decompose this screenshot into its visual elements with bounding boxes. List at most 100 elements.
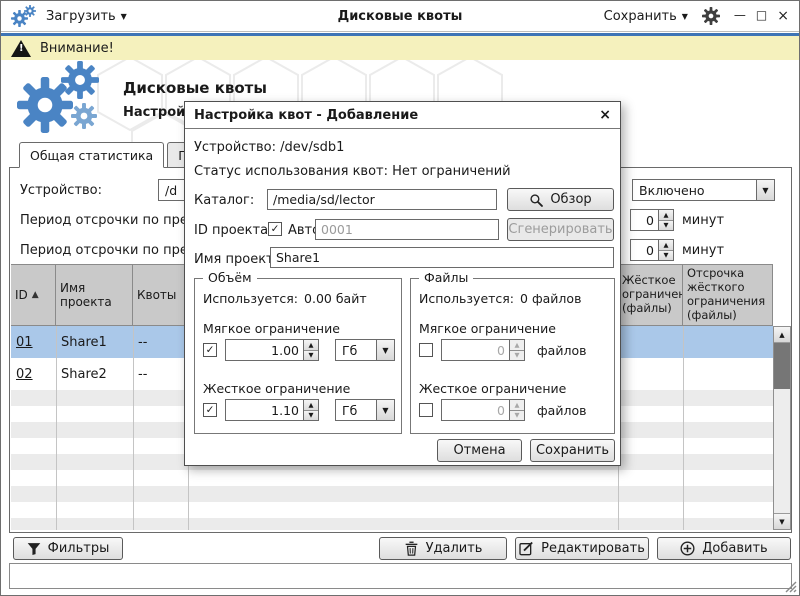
files-hard-spinner: ▲ ▼ xyxy=(441,399,525,421)
spin-up-icon[interactable]: ▲ xyxy=(659,240,673,251)
table-header-project-name[interactable]: Имя проекта xyxy=(56,264,133,326)
files-soft-checkbox[interactable] xyxy=(419,343,433,357)
volume-soft-unit-select[interactable]: Гб ▼ xyxy=(335,339,395,361)
cell-quotas: -- xyxy=(133,326,188,358)
edit-button[interactable]: Редактировать xyxy=(515,537,649,560)
load-menu-label: Загрузить xyxy=(46,9,116,24)
quota-add-dialog: Настройка квот - Добавление × Устройство… xyxy=(184,101,621,466)
cancel-button[interactable]: Отмена xyxy=(437,439,522,462)
search-icon xyxy=(529,193,543,207)
spin-up-icon[interactable]: ▲ xyxy=(304,340,318,351)
add-button-label: Добавить xyxy=(702,541,767,556)
row-id-link[interactable]: 01 xyxy=(16,335,33,350)
check-icon: ✓ xyxy=(206,405,215,416)
project-id-input xyxy=(315,219,499,240)
add-button[interactable]: Добавить xyxy=(657,537,791,560)
load-menu-button[interactable]: Загрузить ▼ xyxy=(46,9,127,24)
table-header-id[interactable]: ID ▲ xyxy=(11,264,56,326)
cell-grace-hard-files xyxy=(683,358,773,390)
resize-grip[interactable] xyxy=(785,581,797,593)
used-value: 0 файлов xyxy=(520,291,581,306)
tab-general-statistics[interactable]: Общая статистика xyxy=(19,142,164,168)
spin-down-icon[interactable]: ▼ xyxy=(659,251,673,261)
scrollbar-thumb[interactable] xyxy=(774,343,790,389)
settings-gear-icon[interactable] xyxy=(702,7,720,25)
volume-hard-label: Жесткое ограничение xyxy=(203,381,350,396)
spin-up-icon: ▲ xyxy=(510,340,524,351)
app-logo-gears-icon xyxy=(17,61,117,137)
auto-checkbox[interactable]: ✓ xyxy=(268,222,282,236)
warning-banner: Внимание! xyxy=(1,33,799,60)
grace-period-2-input[interactable] xyxy=(631,240,658,260)
scroll-up-icon[interactable]: ▲ xyxy=(774,327,790,343)
chevron-down-icon[interactable]: ▼ xyxy=(376,400,394,420)
table-header-hard-limit-files[interactable]: Жёсткое ограничение (файлы) xyxy=(618,264,683,326)
quota-status-value: Включено xyxy=(633,183,756,198)
unit-value: Гб xyxy=(336,403,376,418)
row-id-link[interactable]: 02 xyxy=(16,367,33,382)
close-icon[interactable]: × xyxy=(599,108,611,122)
filters-button[interactable]: Фильтры xyxy=(13,537,123,560)
edit-button-label: Редактировать xyxy=(541,541,645,556)
generate-button-label: Сгенерировать xyxy=(508,222,612,237)
browse-button-label: Обзор xyxy=(550,192,591,207)
titlebar: Загрузить ▼ Дисковые квоты Сохранить ▼ —… xyxy=(1,1,799,32)
chevron-down-icon[interactable]: ▼ xyxy=(376,340,394,360)
spin-down-icon[interactable]: ▼ xyxy=(304,351,318,361)
volume-hard-input[interactable] xyxy=(226,400,303,420)
column-label: ID xyxy=(15,288,28,302)
device-label: Устройство: xyxy=(20,183,102,198)
volume-hard-spinner[interactable]: ▲ ▼ xyxy=(225,399,319,421)
sort-asc-icon: ▲ xyxy=(32,290,39,301)
check-icon: ✓ xyxy=(271,224,280,235)
generate-button: Сгенерировать xyxy=(507,218,614,241)
browse-button[interactable]: Обзор xyxy=(507,188,614,211)
scroll-down-icon[interactable]: ▼ xyxy=(774,513,790,529)
catalog-input[interactable] xyxy=(267,189,497,210)
pencil-icon xyxy=(519,541,534,556)
volume-soft-input[interactable] xyxy=(226,340,303,360)
files-hard-label: Жесткое ограничение xyxy=(419,381,566,396)
dialog-title: Настройка квот - Добавление xyxy=(194,108,418,123)
column-separator xyxy=(133,326,134,530)
files-hard-unit: файлов xyxy=(537,403,586,418)
spin-up-icon[interactable]: ▲ xyxy=(659,210,673,221)
spin-down-icon: ▼ xyxy=(510,411,524,421)
warning-text: Внимание! xyxy=(40,41,114,56)
volume-hard-checkbox[interactable]: ✓ xyxy=(203,403,217,417)
grace-period-1-input[interactable] xyxy=(631,210,658,230)
filters-button-label: Фильтры xyxy=(48,541,110,556)
vertical-scrollbar[interactable]: ▲ ▼ xyxy=(773,326,791,530)
volume-soft-checkbox[interactable]: ✓ xyxy=(203,343,217,357)
grace-period-2-spinner[interactable]: ▲ ▼ xyxy=(630,239,674,261)
spin-down-icon[interactable]: ▼ xyxy=(659,221,673,231)
delete-button[interactable]: Удалить xyxy=(379,537,507,560)
quota-status-select[interactable]: Включено ▼ xyxy=(632,179,775,201)
save-menu-button[interactable]: Сохранить ▼ xyxy=(604,9,688,24)
volume-used: Используется: 0.00 байт xyxy=(203,291,367,306)
close-button[interactable]: × xyxy=(777,9,789,23)
save-button[interactable]: Сохранить xyxy=(530,439,615,462)
dialog-status-line: Статус использования квот: Нет ограничен… xyxy=(194,164,511,179)
volume-soft-spinner[interactable]: ▲ ▼ xyxy=(225,339,319,361)
table-header-quotas[interactable]: Квоты xyxy=(133,264,188,326)
files-hard-checkbox[interactable] xyxy=(419,403,433,417)
chevron-down-icon[interactable]: ▼ xyxy=(756,180,774,200)
volume-hard-unit-select[interactable]: Гб ▼ xyxy=(335,399,395,421)
minimize-button[interactable]: — xyxy=(734,9,746,23)
project-name-input[interactable] xyxy=(270,247,614,268)
cell-grace-hard-files xyxy=(683,326,773,358)
cell-quotas: -- xyxy=(133,358,188,390)
spin-up-icon: ▲ xyxy=(510,400,524,411)
table-header-grace-hard-files[interactable]: Отсрочка жёсткого ограничения (файлы) xyxy=(683,264,773,326)
used-label: Используется: xyxy=(419,291,514,306)
catalog-label: Каталог: xyxy=(194,193,254,208)
trash-icon xyxy=(404,541,419,556)
cell-id: 01 xyxy=(11,326,56,358)
used-value: 0.00 байт xyxy=(304,291,367,306)
maximize-button[interactable]: □ xyxy=(756,9,767,23)
spin-down-icon[interactable]: ▼ xyxy=(304,411,318,421)
grace-period-1-spinner[interactable]: ▲ ▼ xyxy=(630,209,674,231)
spin-up-icon[interactable]: ▲ xyxy=(304,400,318,411)
cell-id: 02 xyxy=(11,358,56,390)
